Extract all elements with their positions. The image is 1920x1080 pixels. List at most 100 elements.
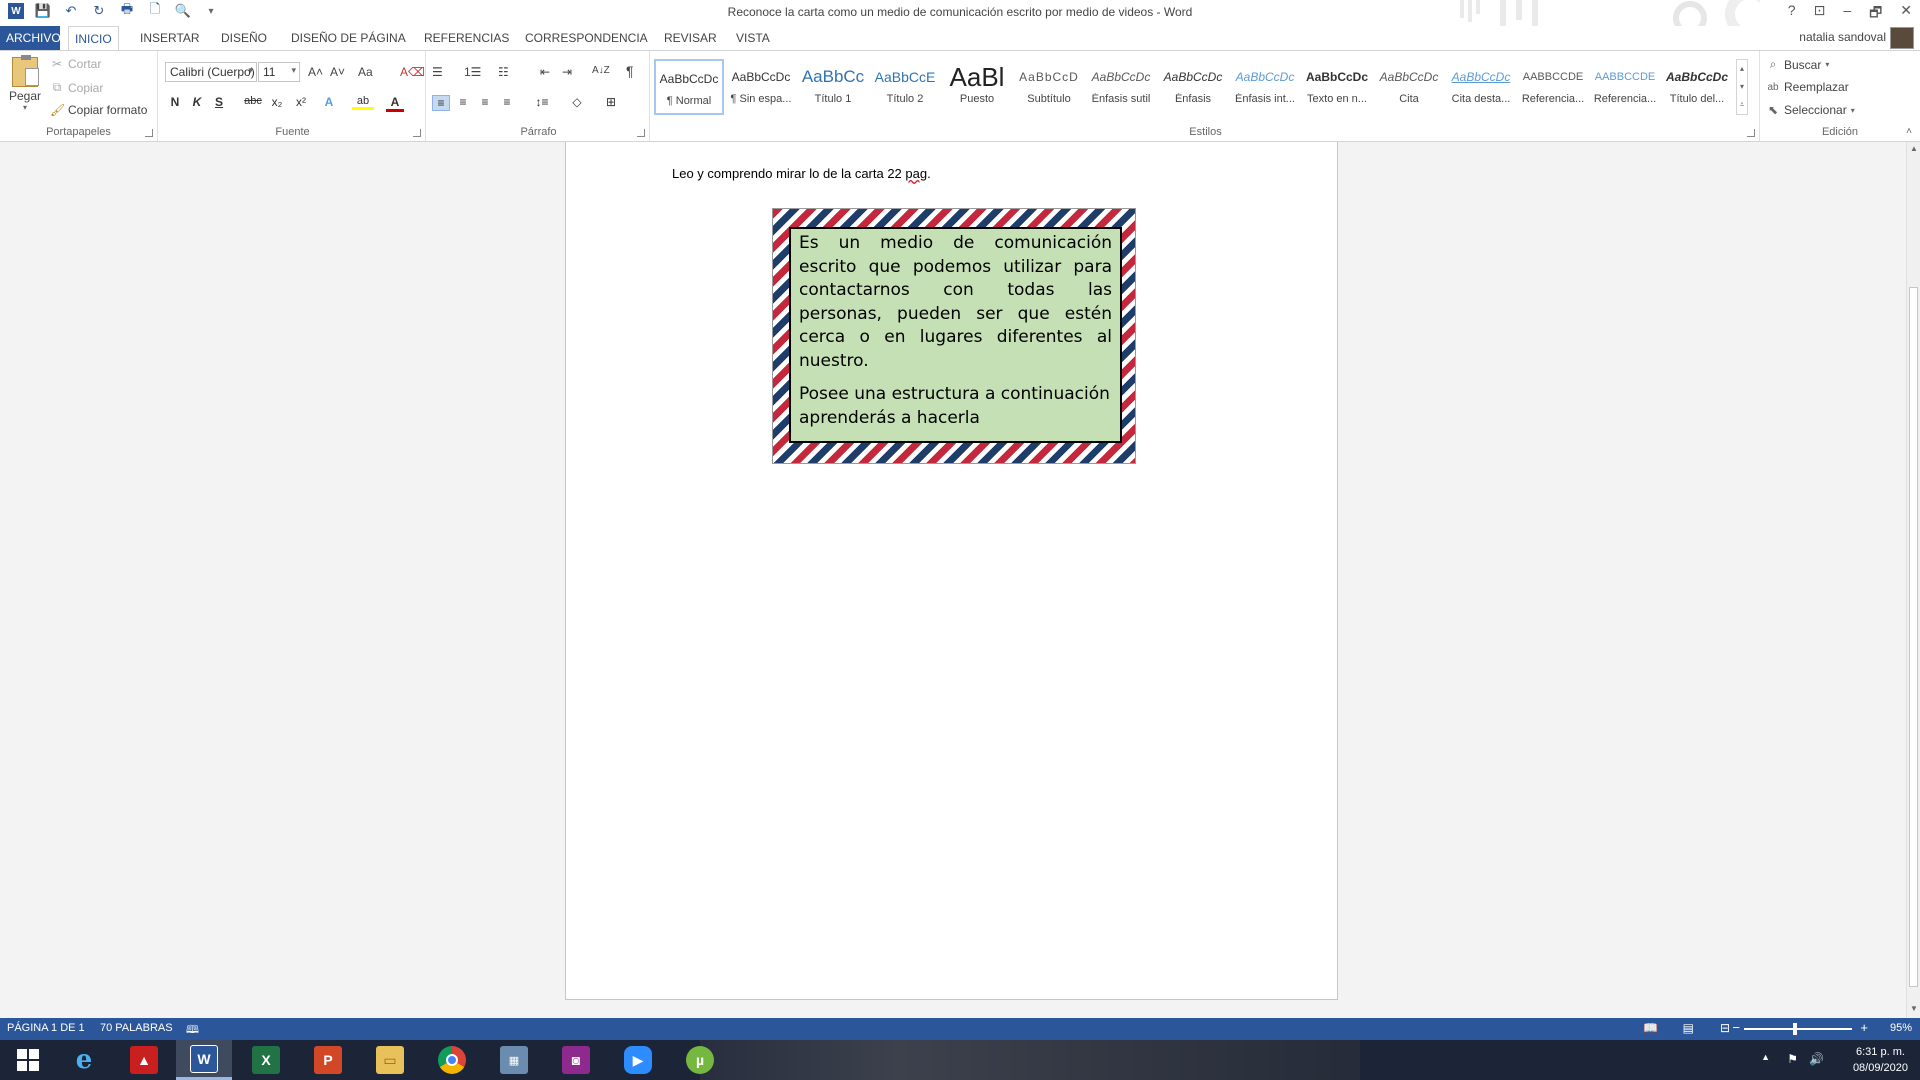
zoom-level[interactable]: 95% <box>1890 1022 1912 1034</box>
close-button[interactable]: ✕ <box>1900 2 1912 26</box>
underline-button[interactable]: S <box>210 95 228 109</box>
tab-diseno-de-pagina[interactable]: DISEÑO DE PÁGINA <box>285 26 412 50</box>
tab-archivo[interactable]: ARCHIVO <box>0 26 61 50</box>
taskbar-powerpoint[interactable]: P <box>300 1040 356 1080</box>
paragraph-launcher-icon[interactable] <box>637 129 645 137</box>
cut-button[interactable]: ✂ Cortar <box>50 57 101 71</box>
tab-diseno[interactable]: DISEÑO <box>215 26 273 50</box>
style-gallery-item[interactable]: AaBbCcDc Cita <box>1374 59 1444 115</box>
align-left-button[interactable]: ≡ <box>432 95 450 111</box>
select-button[interactable]: ⬉ Seleccionar ▾ <box>1766 103 1855 117</box>
zoom-in-button[interactable]: + <box>1860 1020 1868 1035</box>
zoom-out-button[interactable]: − <box>1732 1020 1740 1035</box>
style-gallery-item[interactable]: AaBbCcDc ¶ Sin espa... <box>726 59 796 115</box>
taskbar-chrome[interactable] <box>424 1040 480 1080</box>
word-count[interactable]: 70 PALABRAS <box>100 1022 173 1034</box>
tab-revisar[interactable]: REVISAR <box>658 26 723 50</box>
tab-correspondencia[interactable]: CORRESPONDENCIA <box>519 26 654 50</box>
style-gallery-item[interactable]: AaBbCcD Subtítulo <box>1014 59 1084 115</box>
subscript-button[interactable]: x₂ <box>266 95 288 109</box>
avatar[interactable] <box>1890 27 1914 49</box>
collapse-ribbon-icon[interactable]: ˄ <box>1906 126 1912 137</box>
increase-indent-button[interactable]: ⇥ <box>562 65 572 79</box>
style-gallery-item[interactable]: AaBbCc Título 1 <box>798 59 868 115</box>
superscript-button[interactable]: x² <box>290 95 312 109</box>
styles-launcher-icon[interactable] <box>1747 129 1755 137</box>
shrink-font-button[interactable]: A˅ <box>330 65 345 79</box>
ribbon-display-icon[interactable]: ⊡ <box>1814 2 1826 26</box>
letter-text-box[interactable]: Es un medio de comunicación escrito que … <box>789 227 1122 443</box>
center-button[interactable]: ≡ <box>454 95 472 109</box>
bullets-button[interactable]: ☰ <box>432 65 443 79</box>
style-gallery-item[interactable]: AaBbCcDc Cita desta... <box>1446 59 1516 115</box>
numbering-button[interactable]: 1☰ <box>464 65 481 79</box>
font-size-select[interactable]: 11 <box>258 62 300 82</box>
change-case-button[interactable]: Aa <box>358 65 373 79</box>
font-launcher-icon[interactable] <box>413 129 421 137</box>
letter-envelope-frame[interactable]: Es un medio de comunicación escrito que … <box>772 208 1136 464</box>
minimize-button[interactable]: – <box>1843 2 1851 26</box>
style-gallery-item[interactable]: AaBbCcDc Énfasis <box>1158 59 1228 115</box>
page-count[interactable]: PÁGINA 1 DE 1 <box>7 1022 85 1034</box>
style-gallery-item[interactable]: AaBbCcDc Énfasis int... <box>1230 59 1300 115</box>
italic-button[interactable]: K <box>188 95 206 109</box>
clipboard-launcher-icon[interactable] <box>145 129 153 137</box>
tab-insertar[interactable]: INSERTAR <box>134 26 206 50</box>
decrease-indent-button[interactable]: ⇤ <box>540 65 550 79</box>
replace-button[interactable]: ab Reemplazar <box>1766 80 1848 94</box>
taskbar-utorrent[interactable]: µ <box>672 1040 728 1080</box>
grow-font-button[interactable]: A˄ <box>308 65 323 79</box>
print-layout-icon[interactable]: ▤ <box>1683 1021 1694 1035</box>
zoom-slider[interactable] <box>1744 1023 1852 1035</box>
multilevel-list-button[interactable]: ☷ <box>498 65 509 79</box>
format-painter-button[interactable]: 🖌 Copiar formato <box>50 103 147 117</box>
tab-referencias[interactable]: REFERENCIAS <box>418 26 515 50</box>
align-right-button[interactable]: ≡ <box>476 95 494 109</box>
line-spacing-button[interactable]: ↕≡ <box>528 95 556 109</box>
taskbar-excel[interactable]: X <box>238 1040 294 1080</box>
document-area[interactable]: Leo y comprendo mirar lo de la carta 22 … <box>0 142 1906 1018</box>
taskbar-zoom[interactable]: ▶ <box>610 1040 666 1080</box>
style-gallery-item[interactable]: AABBCCDE Referencia... <box>1590 59 1660 115</box>
start-button[interactable] <box>0 1040 56 1080</box>
scroll-thumb[interactable] <box>1909 287 1918 987</box>
spelling-error-word[interactable]: pag <box>905 166 927 181</box>
show-marks-button[interactable]: ¶ <box>626 63 634 79</box>
taskbar-camera-app[interactable]: ◙ <box>548 1040 604 1080</box>
vertical-scrollbar[interactable]: ▲ ▼ <box>1906 142 1920 1018</box>
tab-inicio[interactable]: INICIO <box>68 26 119 51</box>
tab-vista[interactable]: VISTA <box>730 26 776 50</box>
scroll-down-icon[interactable]: ▼ <box>1908 1004 1920 1016</box>
document-text-line[interactable]: Leo y comprendo mirar lo de la carta 22 … <box>672 166 931 181</box>
shading-button[interactable]: ◇ <box>568 95 586 109</box>
justify-button[interactable]: ≡ <box>498 95 516 109</box>
taskbar-file-explorer[interactable]: ▭ <box>362 1040 418 1080</box>
sort-button[interactable]: A↓Z <box>592 65 610 76</box>
volume-icon[interactable]: 🔊 <box>1809 1052 1824 1066</box>
proofing-icon[interactable]: 🕮 <box>186 1021 199 1040</box>
document-page[interactable]: Leo y comprendo mirar lo de la carta 22 … <box>565 142 1338 1000</box>
find-button[interactable]: ⌕ Buscar ▾ <box>1766 57 1830 72</box>
scroll-up-icon[interactable]: ▲ <box>1908 144 1920 156</box>
text-effects-button[interactable]: A <box>320 95 338 109</box>
copy-button[interactable]: ⧉ Copiar <box>50 80 104 95</box>
web-layout-icon[interactable]: ⊟ <box>1720 1021 1730 1035</box>
style-gallery-item[interactable]: AABBCCDE Referencia... <box>1518 59 1588 115</box>
taskbar-word[interactable]: W <box>176 1040 232 1080</box>
style-gallery-item[interactable]: AaBl Puesto <box>942 59 1012 115</box>
font-name-select[interactable]: Calibri (Cuerpo) <box>165 62 257 82</box>
strikethrough-button[interactable]: abc <box>240 95 266 107</box>
clear-format-button[interactable]: A⌫ <box>400 65 425 79</box>
style-gallery-item[interactable]: AaBbCcDc Énfasis sutil <box>1086 59 1156 115</box>
restore-button[interactable]: 🗗 <box>1869 2 1882 26</box>
show-hidden-icons-icon[interactable]: ▲ <box>1761 1052 1770 1062</box>
action-center-flag-icon[interactable]: ⚑ <box>1787 1052 1798 1066</box>
style-gallery-item[interactable]: AaBbCcDc Título del... <box>1662 59 1732 115</box>
style-gallery-item[interactable]: AaBbCcE Título 2 <box>870 59 940 115</box>
borders-button[interactable]: ⊞ <box>602 95 620 109</box>
style-gallery-item[interactable]: AaBbCcDc Texto en n... <box>1302 59 1372 115</box>
taskbar-internet-explorer[interactable]: e <box>56 1040 112 1080</box>
font-color-button[interactable]: A <box>386 95 404 112</box>
read-mode-icon[interactable]: 📖 <box>1643 1021 1658 1035</box>
paste-button[interactable]: Pegar ▾ <box>8 55 42 112</box>
